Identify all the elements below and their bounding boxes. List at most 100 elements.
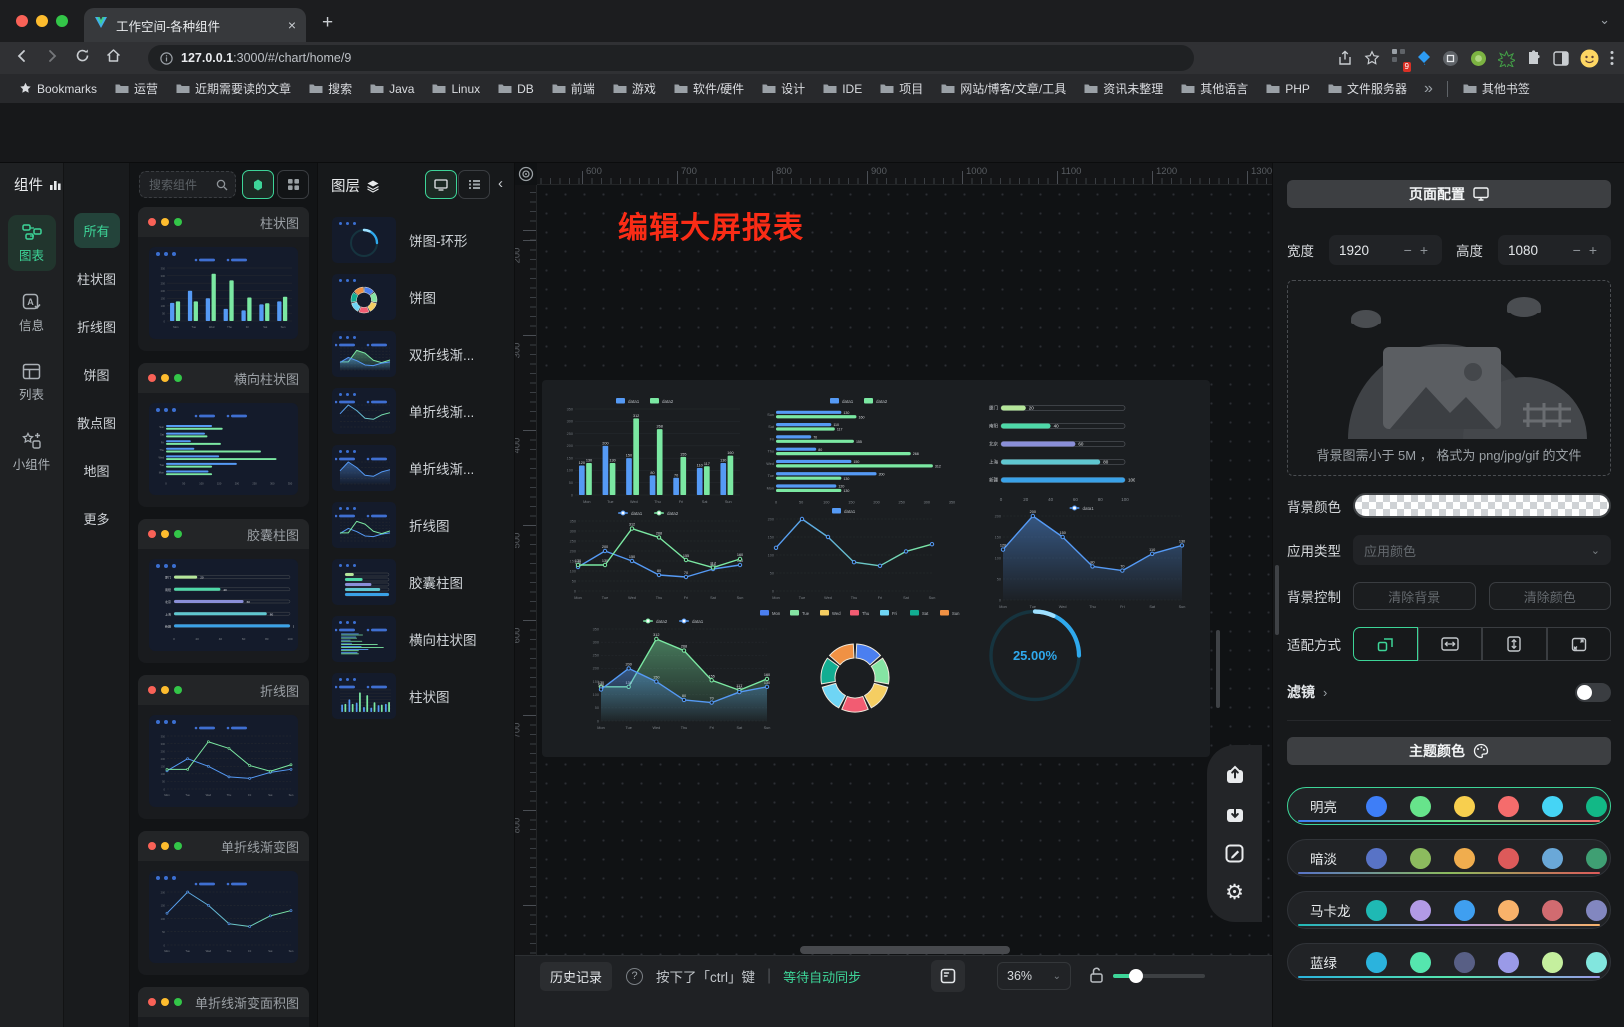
layer-item[interactable]: 双折线渐... bbox=[332, 331, 514, 377]
theme-color-dot[interactable] bbox=[1586, 952, 1607, 973]
help-icon[interactable]: ? bbox=[626, 968, 643, 985]
sidebar-item-tables[interactable]: 列表 bbox=[8, 355, 56, 410]
search-input[interactable] bbox=[147, 177, 211, 193]
bookmark-item[interactable]: 设计 bbox=[755, 77, 812, 100]
bookmark-item[interactable]: Java bbox=[363, 79, 421, 99]
export-button[interactable] bbox=[1222, 762, 1248, 788]
fit-width-button[interactable] bbox=[1418, 627, 1483, 661]
theme-row-马卡龙[interactable]: 马卡龙 bbox=[1287, 891, 1611, 929]
theme-color-dot[interactable] bbox=[1410, 848, 1431, 869]
bookmark-item[interactable]: 软件/硬件 bbox=[667, 77, 751, 100]
canvas-chart-lines[interactable]: data1data2050100150200250300350120200150… bbox=[560, 505, 748, 601]
edit-button[interactable] bbox=[1222, 840, 1248, 866]
theme-color-dot[interactable] bbox=[1410, 796, 1431, 817]
canvas-chart-hbars[interactable]: data1data2130160Sun110117Sat70155Fri8026… bbox=[758, 393, 970, 505]
lock-icon[interactable] bbox=[1089, 966, 1104, 989]
extension-grid-icon[interactable]: 9 bbox=[1391, 48, 1406, 68]
browser-menu-icon[interactable] bbox=[1610, 50, 1614, 66]
tab-close-icon[interactable]: × bbox=[288, 17, 296, 33]
bookmark-item[interactable]: PHP bbox=[1259, 79, 1317, 99]
sidebar-panel-icon[interactable] bbox=[1553, 51, 1569, 66]
extensions-puzzle-icon[interactable] bbox=[1526, 50, 1542, 66]
theme-row-明亮[interactable]: 明亮 bbox=[1287, 787, 1611, 825]
filter-toggle[interactable] bbox=[1575, 683, 1611, 702]
category-item[interactable]: 散点图 bbox=[74, 405, 120, 440]
layer-thumbnail-view-button[interactable] bbox=[425, 170, 457, 199]
forward-icon[interactable] bbox=[44, 48, 60, 69]
home-icon[interactable] bbox=[105, 47, 122, 69]
bookmark-star-icon[interactable] bbox=[1364, 50, 1380, 66]
fit-stretch-button[interactable] bbox=[1547, 627, 1612, 661]
history-button[interactable]: 历史记录 bbox=[540, 962, 612, 991]
green-circle-extension-icon[interactable] bbox=[1470, 50, 1487, 67]
minimize-window-button[interactable] bbox=[36, 15, 48, 27]
fit-height-button[interactable] bbox=[1482, 627, 1547, 661]
category-item[interactable]: 地图 bbox=[74, 453, 120, 488]
grid-view-button[interactable] bbox=[277, 170, 309, 199]
layer-item[interactable]: 折线图 bbox=[332, 502, 514, 548]
theme-color-dot[interactable] bbox=[1366, 796, 1387, 817]
theme-color-dot[interactable] bbox=[1498, 952, 1519, 973]
bookmark-item[interactable]: 近期需要读的文章 bbox=[169, 77, 298, 100]
bookmark-item[interactable]: 游戏 bbox=[606, 77, 663, 100]
theme-color-dot[interactable] bbox=[1454, 848, 1475, 869]
canvas-chart-capsule[interactable]: 厦门20南阳40北京60上海80新疆100020406080100 bbox=[973, 391, 1135, 503]
single-column-view-button[interactable] bbox=[242, 170, 274, 199]
height-stepper[interactable]: 1080 − + bbox=[1498, 235, 1611, 265]
category-item[interactable]: 饼图 bbox=[74, 357, 120, 392]
canvas-banner-text[interactable]: 编辑大屏报表 bbox=[618, 203, 804, 247]
width-decrement-icon[interactable]: − bbox=[1400, 242, 1416, 258]
theme-color-dot[interactable] bbox=[1366, 952, 1387, 973]
background-upload-dropzone[interactable]: 背景图需小于 5M ， 格式为 png/jpg/gif 的文件 bbox=[1287, 280, 1611, 476]
theme-color-dot[interactable] bbox=[1498, 796, 1519, 817]
theme-color-dot[interactable] bbox=[1586, 796, 1607, 817]
canvas-chart-ring[interactable]: MonTueWedThuFriSatSun bbox=[740, 605, 990, 737]
theme-row-蓝绿[interactable]: 蓝绿 bbox=[1287, 943, 1611, 981]
kite-extension-icon[interactable] bbox=[1417, 50, 1431, 66]
layer-item[interactable]: 柱状图 bbox=[332, 673, 514, 719]
collapse-panel-icon[interactable]: ‹ bbox=[498, 175, 503, 192]
layout-panel-button[interactable] bbox=[931, 960, 965, 992]
theme-color-dot[interactable] bbox=[1366, 848, 1387, 869]
theme-row-暗淡[interactable]: 暗淡 bbox=[1287, 839, 1611, 877]
component-search[interactable] bbox=[139, 171, 236, 198]
bookmark-item[interactable]: 搜索 bbox=[302, 77, 359, 100]
height-value[interactable]: 1080 bbox=[1508, 243, 1569, 258]
bookmark-item[interactable]: Linux bbox=[425, 79, 487, 99]
bookmark-item[interactable]: 网站/博客/文章/工具 bbox=[934, 77, 1073, 100]
theme-color-dot[interactable] bbox=[1542, 900, 1563, 921]
bookmarks-manager[interactable]: Bookmarks bbox=[12, 79, 104, 99]
component-card[interactable]: 折线图050100150200250300350MonTueWedThuFriS… bbox=[138, 675, 309, 819]
canvas-horizontal-scrollbar[interactable] bbox=[800, 946, 1010, 954]
bookmarks-overflow-icon[interactable]: » bbox=[1418, 80, 1439, 98]
theme-color-dot[interactable] bbox=[1542, 848, 1563, 869]
share-icon[interactable] bbox=[1337, 50, 1353, 67]
theme-color-dot[interactable] bbox=[1498, 848, 1519, 869]
layer-item[interactable]: 胶囊柱图 bbox=[332, 559, 514, 605]
width-value[interactable]: 1920 bbox=[1339, 243, 1400, 258]
close-window-button[interactable] bbox=[16, 15, 28, 27]
height-decrement-icon[interactable]: − bbox=[1569, 242, 1585, 258]
bookmark-item[interactable]: 项目 bbox=[873, 77, 930, 100]
site-info-icon[interactable] bbox=[160, 52, 173, 65]
window-controls[interactable] bbox=[16, 15, 68, 27]
theme-color-dot[interactable] bbox=[1454, 796, 1475, 817]
filter-expand-icon[interactable]: › bbox=[1323, 685, 1327, 700]
width-increment-icon[interactable]: + bbox=[1416, 242, 1432, 258]
bookmark-item[interactable]: 运营 bbox=[108, 77, 165, 100]
fit-scale-button[interactable] bbox=[1353, 627, 1418, 661]
canvas-chart-progress[interactable]: 25.00% bbox=[970, 588, 1100, 723]
theme-color-dot[interactable] bbox=[1410, 900, 1431, 921]
layer-item[interactable]: 饼图 bbox=[332, 274, 514, 320]
width-stepper[interactable]: 1920 − + bbox=[1329, 235, 1442, 265]
sidebar-item-charts[interactable]: 图表 bbox=[8, 215, 56, 271]
theme-color-dot[interactable] bbox=[1366, 900, 1387, 921]
bookmark-item[interactable]: 其他语言 bbox=[1174, 77, 1255, 100]
new-tab-button[interactable]: + bbox=[322, 12, 333, 34]
command-extension-icon[interactable] bbox=[1442, 50, 1459, 67]
import-button[interactable] bbox=[1222, 801, 1248, 827]
layer-item[interactable]: 单折线渐... bbox=[332, 388, 514, 434]
component-card[interactable]: 单折线渐变面积图050100150200MonTueWedThuFriSatSu… bbox=[138, 987, 309, 1027]
ruler-eye-icon[interactable] bbox=[518, 166, 534, 187]
sidebar-item-info[interactable]: A信息 bbox=[8, 285, 56, 341]
